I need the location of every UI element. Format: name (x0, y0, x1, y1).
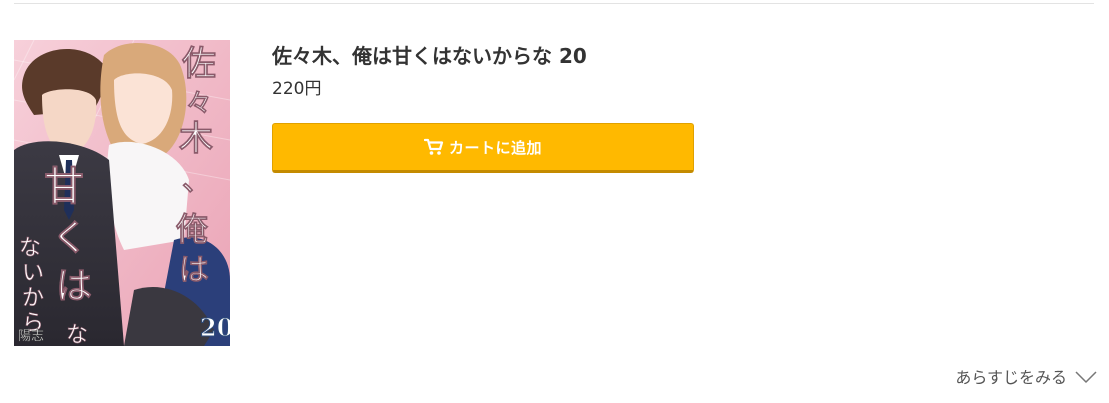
cart-icon (423, 138, 444, 156)
svg-text:々: 々 (186, 89, 212, 119)
svg-text:い: い (22, 261, 44, 286)
svg-text:な: な (19, 236, 41, 261)
add-to-cart-button[interactable]: カートに追加 (272, 123, 694, 173)
product-title[interactable]: 佐々木、俺は甘くはないからな 20 (272, 40, 587, 69)
book-cover-image[interactable]: 佐 々 木 、 俺 は 甘 く は な い か ら な 20 陽志 (14, 40, 230, 346)
cover-author: 陽志 (18, 329, 44, 344)
synopsis-label: あらすじをみる (955, 368, 1067, 387)
product-price: 220円 (272, 79, 322, 99)
chevron-down-icon (1075, 369, 1097, 384)
svg-text:俺: 俺 (175, 210, 209, 248)
svg-text:く: く (52, 217, 88, 259)
top-divider (14, 3, 1094, 4)
svg-text:な: な (66, 323, 88, 346)
svg-text:佐: 佐 (181, 44, 216, 84)
svg-text:木: 木 (178, 119, 213, 159)
add-to-cart-label: カートに追加 (448, 138, 542, 157)
show-synopsis-link[interactable]: あらすじをみる (955, 364, 1097, 388)
svg-text:、: 、 (182, 163, 212, 198)
svg-text:か: か (22, 286, 44, 311)
svg-text:甘: 甘 (44, 163, 84, 210)
cover-volume-number: 20 (200, 313, 230, 342)
svg-text:は: は (179, 253, 209, 288)
svg-text:は: は (56, 265, 92, 307)
